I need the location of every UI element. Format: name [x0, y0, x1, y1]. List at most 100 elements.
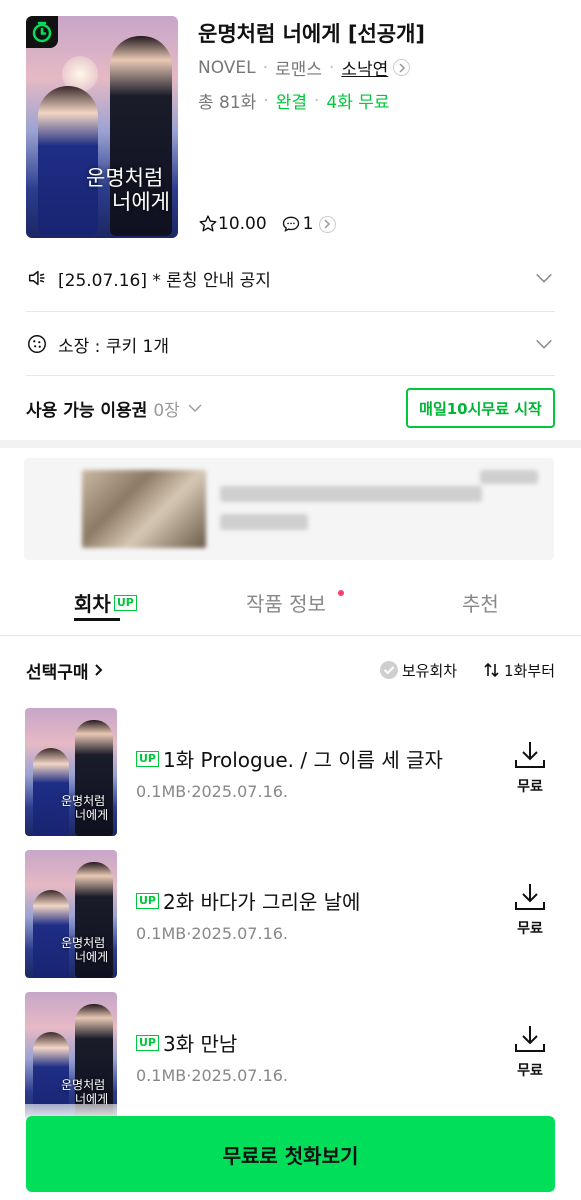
- cover-title-line1: 운명처럼: [86, 166, 164, 190]
- ad-label-blur: [480, 470, 538, 484]
- up-badge: UP: [136, 892, 159, 909]
- up-badge: UP: [136, 1034, 159, 1051]
- speaker-icon: [28, 270, 45, 286]
- sort-label: 1화부터: [504, 661, 555, 680]
- price-label: 무료: [517, 779, 543, 795]
- select-purchase-button[interactable]: 선택구매: [26, 658, 106, 683]
- up-badge: UP: [113, 594, 137, 611]
- new-indicator-dot: [338, 590, 344, 596]
- separator-dot: ·: [263, 90, 269, 111]
- comments[interactable]: 1: [281, 214, 336, 234]
- download-icon: [515, 1026, 545, 1052]
- ad-banner[interactable]: [24, 458, 554, 560]
- download-button[interactable]: 무료: [508, 1024, 552, 1080]
- thumb-title-line1: 운명처럼: [61, 794, 106, 808]
- notice-row[interactable]: [25.07.16] * 론칭 안내 공지: [0, 254, 581, 302]
- owned-text: 소장 : 쿠키 1개: [58, 336, 169, 357]
- chevron-right-icon: [94, 664, 102, 676]
- cookie-icon: [28, 335, 46, 353]
- wait-free-timer-icon: [26, 16, 58, 48]
- check-circle-icon: [379, 661, 398, 679]
- thumb-title-art: 운명처럼 너에게: [61, 936, 108, 964]
- download-icon: [515, 884, 545, 910]
- daily-free-start-button[interactable]: 매일10시무료 시작: [406, 388, 555, 428]
- episode-total: 총 81화: [198, 93, 257, 113]
- tab-bar: 회차 UP 작품 정보 추천: [0, 578, 581, 636]
- cover-image[interactable]: 운명처럼 너에게: [26, 16, 178, 238]
- ticket-label: 사용 가능 이용권: [26, 400, 148, 421]
- episode-item[interactable]: 운명처럼 너에게 UP 3화 만남 0.1MB·2025.07.16. 무료: [0, 992, 581, 1122]
- star-icon: [199, 215, 217, 232]
- separator-dot: ·: [262, 57, 269, 78]
- chevron-down-icon[interactable]: [533, 267, 555, 289]
- episode-title-row: UP 2화 바다가 그리운 날에: [136, 886, 360, 915]
- rating[interactable]: 10.00: [198, 214, 267, 234]
- author-link[interactable]: 소낙연: [341, 55, 388, 80]
- chevron-down-icon[interactable]: [533, 333, 555, 355]
- episode-thumbnail: 운명처럼 너에게: [25, 708, 117, 836]
- episode-meta: 0.1MB·2025.07.16.: [136, 924, 289, 943]
- episode-item[interactable]: 운명처럼 너에게 UP 2화 바다가 그리운 날에 0.1MB·2025.07.…: [0, 850, 581, 980]
- work-header: 운명처럼 너에게 운명처럼 너에게 [선공개] NOVEL · 로맨스 · 소낙…: [0, 0, 581, 245]
- episode-title: 1화 Prologue. / 그 이름 세 글자: [163, 748, 443, 772]
- active-tab-indicator: [74, 618, 120, 621]
- tab-work-info[interactable]: 작품 정보: [246, 588, 326, 617]
- ad-text-blur: [220, 514, 308, 530]
- read-first-episode-free-button[interactable]: 무료로 첫화보기: [26, 1116, 555, 1192]
- ad-image: [82, 470, 206, 548]
- sort-toggle[interactable]: 1화부터: [483, 660, 555, 681]
- comments-chevron-right-icon[interactable]: [318, 215, 336, 233]
- thumb-title-line1: 운명처럼: [61, 936, 106, 950]
- episode-title-row: UP 1화 Prologue. / 그 이름 세 글자: [136, 744, 443, 773]
- divider: [26, 375, 555, 376]
- episode-list-header: 선택구매 보유회차 1화부터: [26, 656, 555, 684]
- tab-episodes-label: 회차: [74, 592, 111, 616]
- tab-recommend[interactable]: 추천: [462, 588, 499, 617]
- section-gap: [0, 440, 581, 448]
- work-format: NOVEL: [198, 57, 256, 78]
- thumb-figure-woman: [33, 890, 69, 978]
- episode-title-row: UP 3화 만남: [136, 1028, 237, 1057]
- thumb-title-art: 운명처럼 너에게: [61, 1078, 108, 1106]
- comment-count: 1: [302, 214, 314, 234]
- thumb-title-line2: 너에게: [75, 808, 109, 822]
- author-chevron-right-icon[interactable]: [393, 59, 411, 76]
- owned-filter-toggle[interactable]: 보유회차: [379, 660, 457, 681]
- tab-episodes[interactable]: 회차 UP: [74, 588, 137, 617]
- owned-cookie-row[interactable]: 소장 : 쿠키 1개: [0, 320, 581, 368]
- work-title: 운명처럼 너에게 [선공개]: [198, 22, 426, 46]
- separator-dot: ·: [314, 90, 320, 111]
- free-episodes-count: 4화 무료: [326, 93, 390, 113]
- episode-title: 3화 만남: [163, 1032, 238, 1056]
- comment-icon: [282, 216, 299, 232]
- thumb-title-line2: 너에게: [75, 950, 109, 964]
- work-status-line: 총 81화 · 완결 · 4화 무료: [198, 88, 390, 114]
- thumb-figure-woman: [33, 748, 69, 836]
- select-purchase-label: 선택구매: [26, 662, 89, 683]
- divider: [26, 311, 555, 312]
- timer-icon: [32, 21, 52, 43]
- download-button[interactable]: 무료: [508, 740, 552, 796]
- notice-text: [25.07.16] * 론칭 안내 공지: [58, 270, 271, 291]
- ad-text-blur: [220, 486, 482, 502]
- price-label: 무료: [517, 921, 543, 937]
- completion-status: 완결: [275, 93, 308, 113]
- cover-title-art: 운명처럼 너에게: [86, 166, 170, 214]
- price-label: 무료: [517, 1063, 543, 1079]
- sort-icon: [484, 662, 499, 678]
- separator-dot: ·: [328, 57, 335, 78]
- up-badge: UP: [136, 750, 159, 767]
- chevron-down-icon[interactable]: [184, 399, 206, 417]
- owned-filter-label: 보유회차: [401, 661, 458, 680]
- episode-item[interactable]: 운명처럼 너에게 UP 1화 Prologue. / 그 이름 세 글자 0.1…: [0, 708, 581, 838]
- download-button[interactable]: 무료: [508, 882, 552, 938]
- work-genre: 로맨스: [275, 60, 322, 80]
- thumb-title-line1: 운명처럼: [61, 1078, 106, 1092]
- download-icon: [515, 742, 545, 768]
- work-meta-line: NOVEL · 로맨스 · 소낙연: [198, 55, 411, 80]
- rating-value: 10.00: [218, 214, 267, 234]
- episode-meta: 0.1MB·2025.07.16.: [136, 1066, 289, 1085]
- episode-meta: 0.1MB·2025.07.16.: [136, 782, 289, 801]
- thumb-title-art: 운명처럼 너에게: [61, 794, 108, 822]
- work-stats: 10.00 1: [198, 214, 336, 234]
